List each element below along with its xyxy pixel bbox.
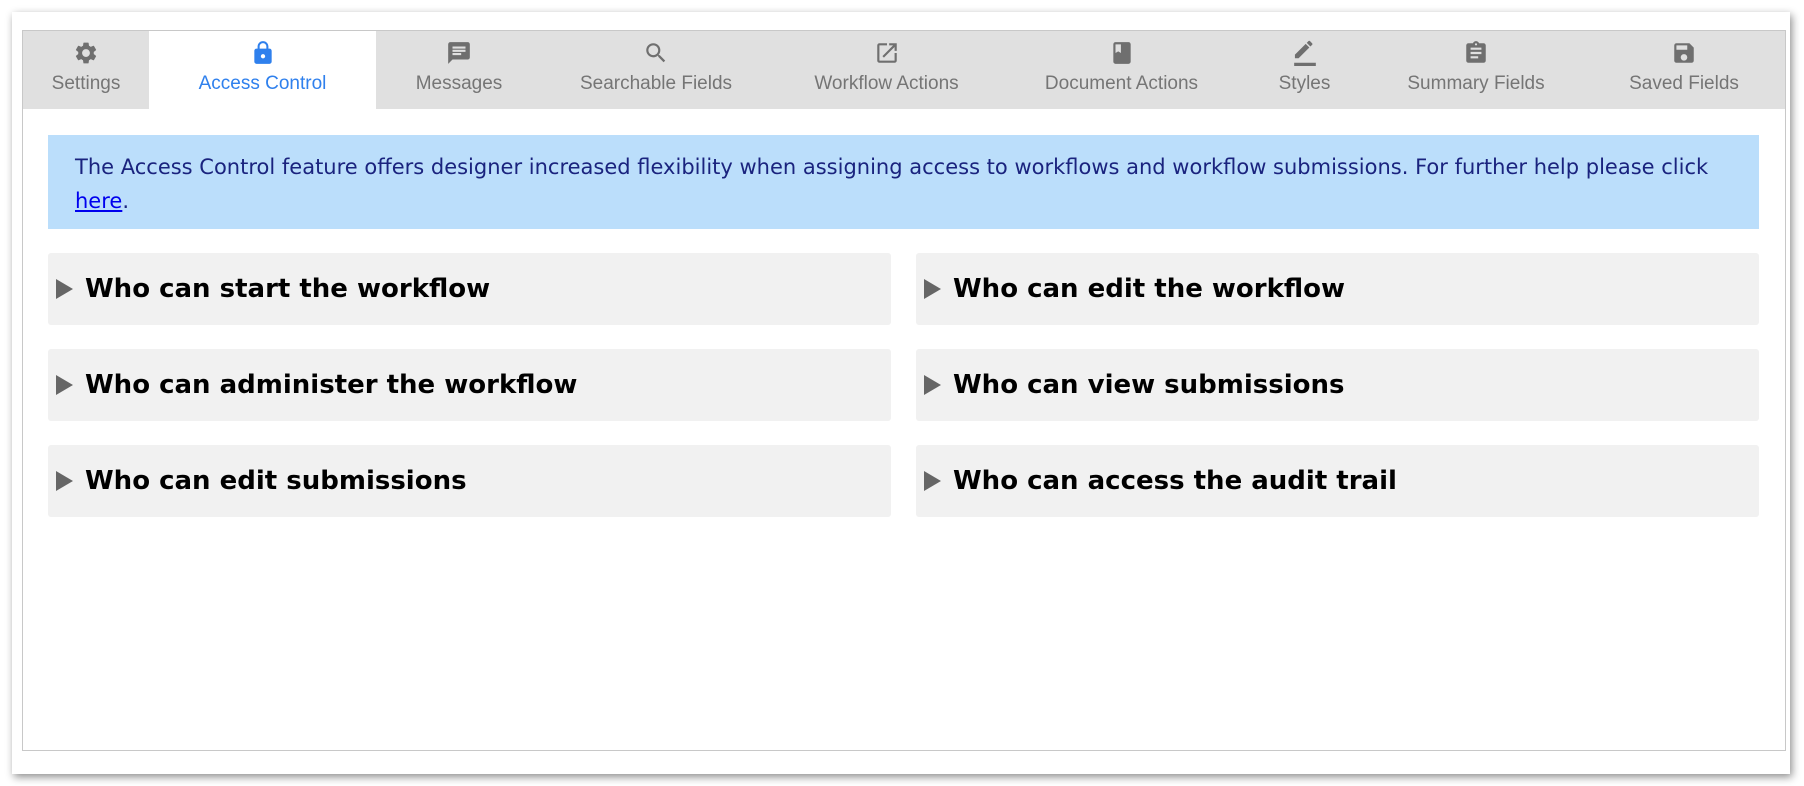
- expand-triangle-icon: [924, 471, 941, 491]
- section-who-can-edit-submissions[interactable]: Who can edit submissions: [48, 445, 891, 517]
- tab-messages[interactable]: Messages: [376, 31, 542, 109]
- section-who-can-edit-workflow[interactable]: Who can edit the workflow: [916, 253, 1759, 325]
- section-who-can-start-workflow[interactable]: Who can start the workflow: [48, 253, 891, 325]
- tab-label: Searchable Fields: [579, 73, 733, 94]
- tab-summary-fields[interactable]: Summary Fields: [1369, 31, 1583, 109]
- section-who-can-administer-workflow[interactable]: Who can administer the workflow: [48, 349, 891, 421]
- expand-triangle-icon: [56, 471, 73, 491]
- info-text: The Access Control feature offers design…: [75, 155, 1709, 179]
- info-suffix: .: [122, 189, 130, 213]
- search-icon: [642, 39, 670, 67]
- expand-triangle-icon: [924, 375, 941, 395]
- tab-label: Saved Fields: [1629, 73, 1739, 94]
- book-icon: [1108, 39, 1136, 67]
- tab-bar: Settings Access Control Messages Searcha…: [23, 31, 1785, 109]
- tab-document-actions[interactable]: Document Actions: [1003, 31, 1240, 109]
- section-label: Who can edit submissions: [85, 466, 467, 496]
- tab-saved-fields[interactable]: Saved Fields: [1583, 31, 1785, 109]
- tab-searchable-fields[interactable]: Searchable Fields: [542, 31, 770, 109]
- tab-access-control[interactable]: Access Control: [149, 31, 376, 109]
- tab-label: Styles: [1278, 73, 1331, 94]
- gear-icon: [72, 39, 100, 67]
- pencil-icon: [1291, 39, 1319, 67]
- section-label: Who can edit the workflow: [953, 274, 1346, 304]
- info-banner: The Access Control feature offers design…: [48, 135, 1759, 229]
- tab-label: Summary Fields: [1407, 73, 1545, 94]
- section-label: Who can start the workflow: [85, 274, 491, 304]
- message-icon: [445, 39, 473, 67]
- tab-label: Workflow Actions: [814, 73, 959, 94]
- expand-triangle-icon: [56, 375, 73, 395]
- tab-label: Settings: [51, 73, 121, 94]
- help-link[interactable]: here: [75, 189, 122, 213]
- tab-label: Document Actions: [1044, 73, 1199, 94]
- tab-workflow-actions[interactable]: Workflow Actions: [770, 31, 1003, 109]
- tab-label: Messages: [415, 73, 503, 94]
- section-who-can-access-audit-trail[interactable]: Who can access the audit trail: [916, 445, 1759, 517]
- floppy-disk-icon: [1670, 39, 1698, 67]
- section-label: Who can access the audit trail: [953, 466, 1397, 496]
- tab-styles[interactable]: Styles: [1240, 31, 1369, 109]
- section-label: Who can administer the workflow: [85, 370, 578, 400]
- open-external-icon: [873, 39, 901, 67]
- tab-settings[interactable]: Settings: [23, 31, 149, 109]
- section-who-can-view-submissions[interactable]: Who can view submissions: [916, 349, 1759, 421]
- section-label: Who can view submissions: [953, 370, 1345, 400]
- expand-triangle-icon: [924, 279, 941, 299]
- lock-icon: [249, 39, 277, 67]
- clipboard-icon: [1462, 39, 1490, 67]
- expand-triangle-icon: [56, 279, 73, 299]
- workflow-settings-panel: Settings Access Control Messages Searcha…: [22, 30, 1786, 751]
- tab-label: Access Control: [198, 73, 327, 94]
